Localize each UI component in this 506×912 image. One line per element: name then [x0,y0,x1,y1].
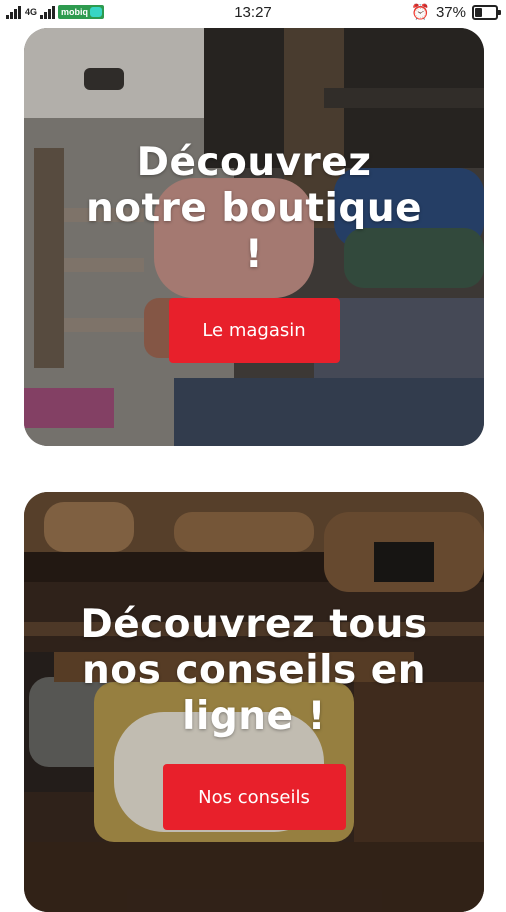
advice-card: Découvrez tous nos conseils en ligne ! N… [24,492,484,912]
shop-card: Découvrez notre boutique ! Le magasin [24,28,484,446]
alarm-icon: ⏰ [411,4,430,21]
advice-card-content: Découvrez tous nos conseils en ligne ! N… [24,492,484,912]
shop-button[interactable]: Le magasin [168,298,340,363]
status-bar: 4G mobiq 13:27 ⏰ 37% [0,0,506,26]
shop-headline: Découvrez notre boutique ! [85,140,423,277]
shop-card-content: Découvrez notre boutique ! Le magasin [24,28,484,446]
battery-percent: 37% [435,4,466,21]
battery-icon [472,5,501,20]
advice-headline: Découvrez tous nos conseils en ligne ! [80,602,428,739]
status-right: ⏰ 37% [411,4,501,21]
advice-button[interactable]: Nos conseils [162,764,346,830]
